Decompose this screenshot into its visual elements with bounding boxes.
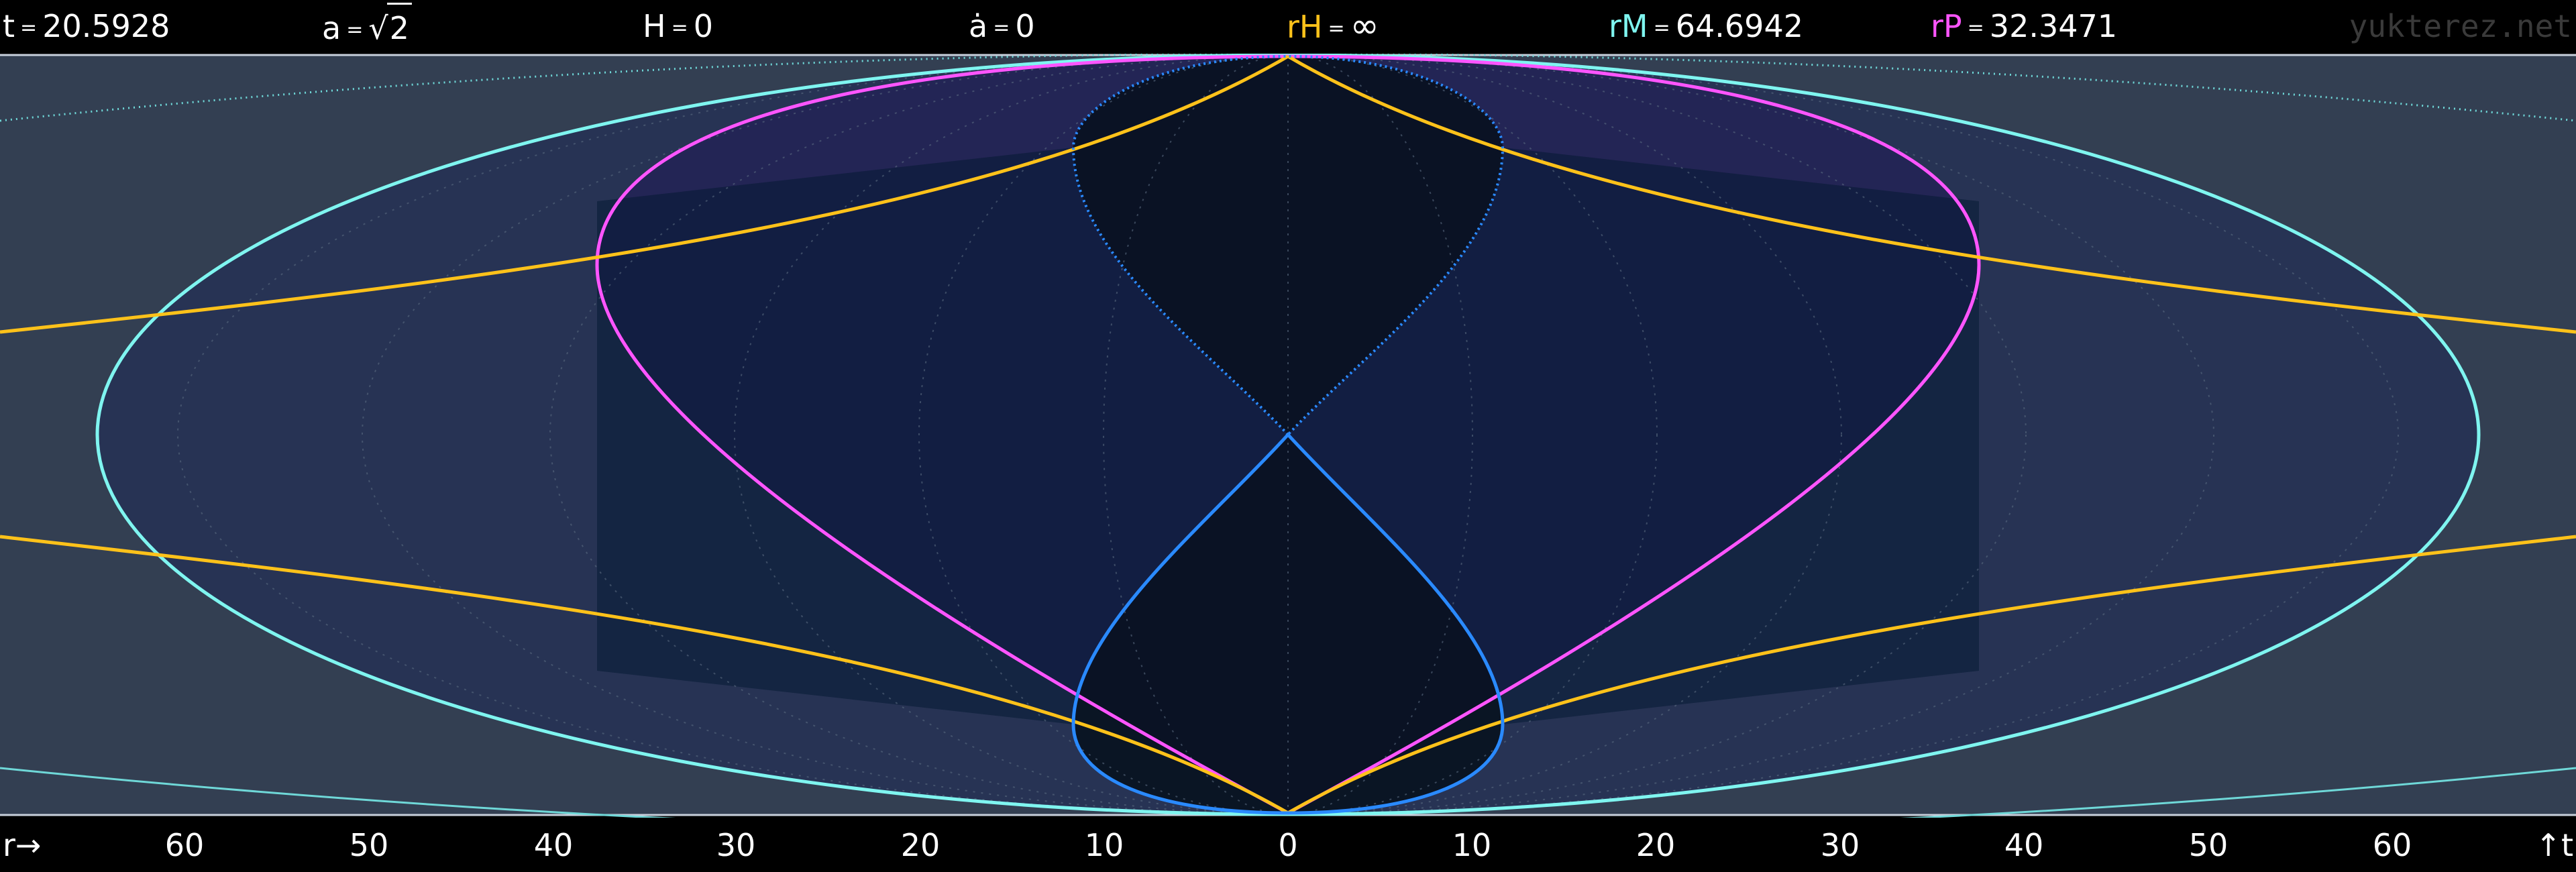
H-readout: H = 0: [643, 3, 713, 50]
tick-label: 40: [533, 827, 574, 863]
rH-value: ∞: [1350, 6, 1379, 46]
adot-value: 0: [1015, 8, 1035, 44]
r-axis-label: r→: [3, 827, 42, 863]
rM-readout: rM = 64.6942: [1609, 3, 1803, 50]
watermark: yukterez.net: [2349, 8, 2572, 44]
header-bar: t = 20.5928 a = √2 H = 0 ȧ = 0 rH = ∞ rM = 64.6942 r…: [0, 0, 2576, 54]
rH-symbol: rH: [1287, 9, 1323, 45]
H-symbol: H: [643, 8, 666, 44]
a-equals: =: [346, 18, 364, 42]
rM-equals: =: [1653, 16, 1670, 40]
a-sqrt: √2: [368, 3, 412, 52]
rP-value: 32.3471: [1989, 8, 2118, 44]
rM-value: 64.6942: [1675, 8, 1803, 44]
tick-label: 20: [1635, 827, 1676, 863]
rM-symbol: rM: [1609, 8, 1648, 44]
tick-label: 50: [2188, 827, 2229, 863]
tick-label: 10: [1452, 827, 1492, 863]
tick-label: 60: [2372, 827, 2412, 863]
tick-label: 30: [1820, 827, 1860, 863]
tick-label: 40: [2004, 827, 2044, 863]
t-value: 20.5928: [42, 8, 170, 44]
tick-label: 50: [349, 827, 389, 863]
adot-equals: =: [993, 16, 1010, 40]
tick-label: 0: [1278, 827, 1298, 863]
a-readout: a = √2: [322, 3, 412, 50]
a-symbol: a: [322, 10, 341, 46]
tick-label: 30: [716, 827, 756, 863]
rP-symbol: rP: [1931, 8, 1962, 44]
H-value: 0: [693, 8, 714, 44]
t-readout: t = 20.5928: [3, 3, 170, 50]
radical-sign: √: [368, 10, 388, 46]
adot-symbol: ȧ: [969, 8, 988, 44]
rP-readout: rP = 32.3471: [1931, 3, 2117, 50]
a-radicand: 2: [386, 3, 412, 52]
t-axis-label: ↑t: [2535, 827, 2573, 863]
adot-readout: ȧ = 0: [969, 3, 1035, 50]
rH-readout: rH = ∞: [1287, 3, 1379, 50]
tick-label: 10: [1084, 827, 1124, 863]
rP-equals: =: [1967, 16, 1984, 40]
tick-label: 20: [900, 827, 941, 863]
tick-label: 60: [164, 827, 205, 863]
rH-equals: =: [1328, 17, 1345, 40]
t-equals: =: [20, 16, 38, 40]
t-symbol: t: [3, 8, 15, 44]
spacetime-diagram: [0, 54, 2576, 818]
H-equals: =: [671, 16, 688, 40]
axis-bar: r→ 60 50 40 30 20 10 0 10 20 30 40 50 60…: [0, 818, 2576, 872]
